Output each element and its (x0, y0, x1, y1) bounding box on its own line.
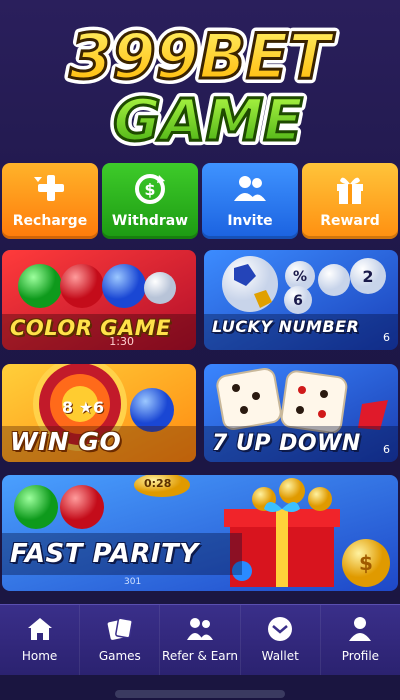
svg-text:2: 2 (362, 267, 373, 286)
reward-label: Reward (320, 213, 380, 229)
plus-arrow-icon (34, 175, 64, 201)
soccer-ball (222, 256, 278, 312)
reward-button[interactable]: Reward (302, 163, 398, 239)
home-icon (27, 618, 52, 640)
red-ball (60, 264, 104, 308)
nav-wallet[interactable]: Wallet (241, 605, 321, 675)
red-ball (60, 485, 104, 529)
games-icon (107, 617, 133, 640)
svg-text:%: % (293, 269, 307, 285)
nav-refer-earn[interactable]: Refer & Earn (160, 605, 241, 675)
svg-text:$: $ (144, 180, 155, 199)
game-footer: 301 (124, 577, 142, 587)
wallet-icon (268, 617, 293, 641)
withdraw-label: Withdraw (111, 213, 189, 229)
svg-text:6: 6 (293, 293, 303, 309)
game-title: FAST PARITY (10, 539, 199, 569)
gift-icon (337, 177, 363, 204)
nav-label: Profile (341, 649, 380, 663)
dice-left (216, 367, 282, 431)
game-title: LUCKY NUMBER (212, 317, 360, 336)
blue-ball (130, 388, 174, 432)
withdraw-cycle-icon: $ (135, 174, 165, 204)
wheel-numbers: 8 ★6 (62, 398, 105, 417)
white-ball (144, 272, 176, 304)
green-ball (14, 485, 58, 529)
nav-label: Home (21, 649, 58, 663)
app-logo: 399BET 399BET GAME GAME (0, 8, 400, 159)
blue-ball (102, 264, 146, 308)
withdraw-button[interactable]: $ Withdraw (102, 163, 198, 239)
corner-badge: 6 (383, 331, 390, 344)
logo-line2: GAME (113, 86, 303, 154)
corner-badge: 6 (383, 443, 390, 456)
nav-label: Refer & Earn (162, 649, 238, 663)
game-title: 7 UP DOWN (212, 431, 361, 456)
game-card-lucky-number[interactable]: % 6 2 LUCKY NUMBER 6 (204, 250, 398, 350)
invite-button[interactable]: Invite (202, 163, 298, 239)
quick-actions: Recharge $ Withdraw Invite Reward (2, 163, 398, 239)
bottom-navigation: Home Games Refer & Earn Wallet Profile (0, 604, 400, 675)
round-timer: 0:28 (144, 477, 172, 490)
recharge-button[interactable]: Recharge (2, 163, 98, 239)
game-title: WIN GO (10, 427, 122, 456)
profile-icon (349, 617, 372, 641)
nav-profile[interactable]: Profile (321, 605, 400, 675)
game-card-fast-parity[interactable]: $ 0:28 FAST PARITY 301 (2, 475, 398, 591)
game-card-win-go[interactable]: 8 ★6 WIN GO (2, 364, 196, 462)
nav-label: Wallet (261, 649, 299, 663)
home-indicator (115, 690, 285, 698)
nav-label: Games (98, 649, 141, 663)
recharge-label: Recharge (12, 213, 88, 229)
nav-games[interactable]: Games (80, 605, 161, 675)
game-title: COLOR GAME (10, 316, 171, 340)
game-card-7-up-down[interactable]: 7 UP DOWN 6 (204, 364, 398, 462)
people-icon (234, 176, 266, 201)
game-card-color-game[interactable]: COLOR GAME 1:30 (2, 250, 196, 350)
nav-home[interactable]: Home (0, 605, 81, 675)
refer-icon (187, 618, 213, 640)
dice-right (280, 370, 348, 434)
green-ball (18, 264, 62, 308)
game-caption: 1:30 (109, 335, 134, 348)
logo-line1: 399BET (69, 20, 335, 93)
svg-text:$: $ (359, 551, 373, 575)
invite-label: Invite (227, 213, 273, 229)
